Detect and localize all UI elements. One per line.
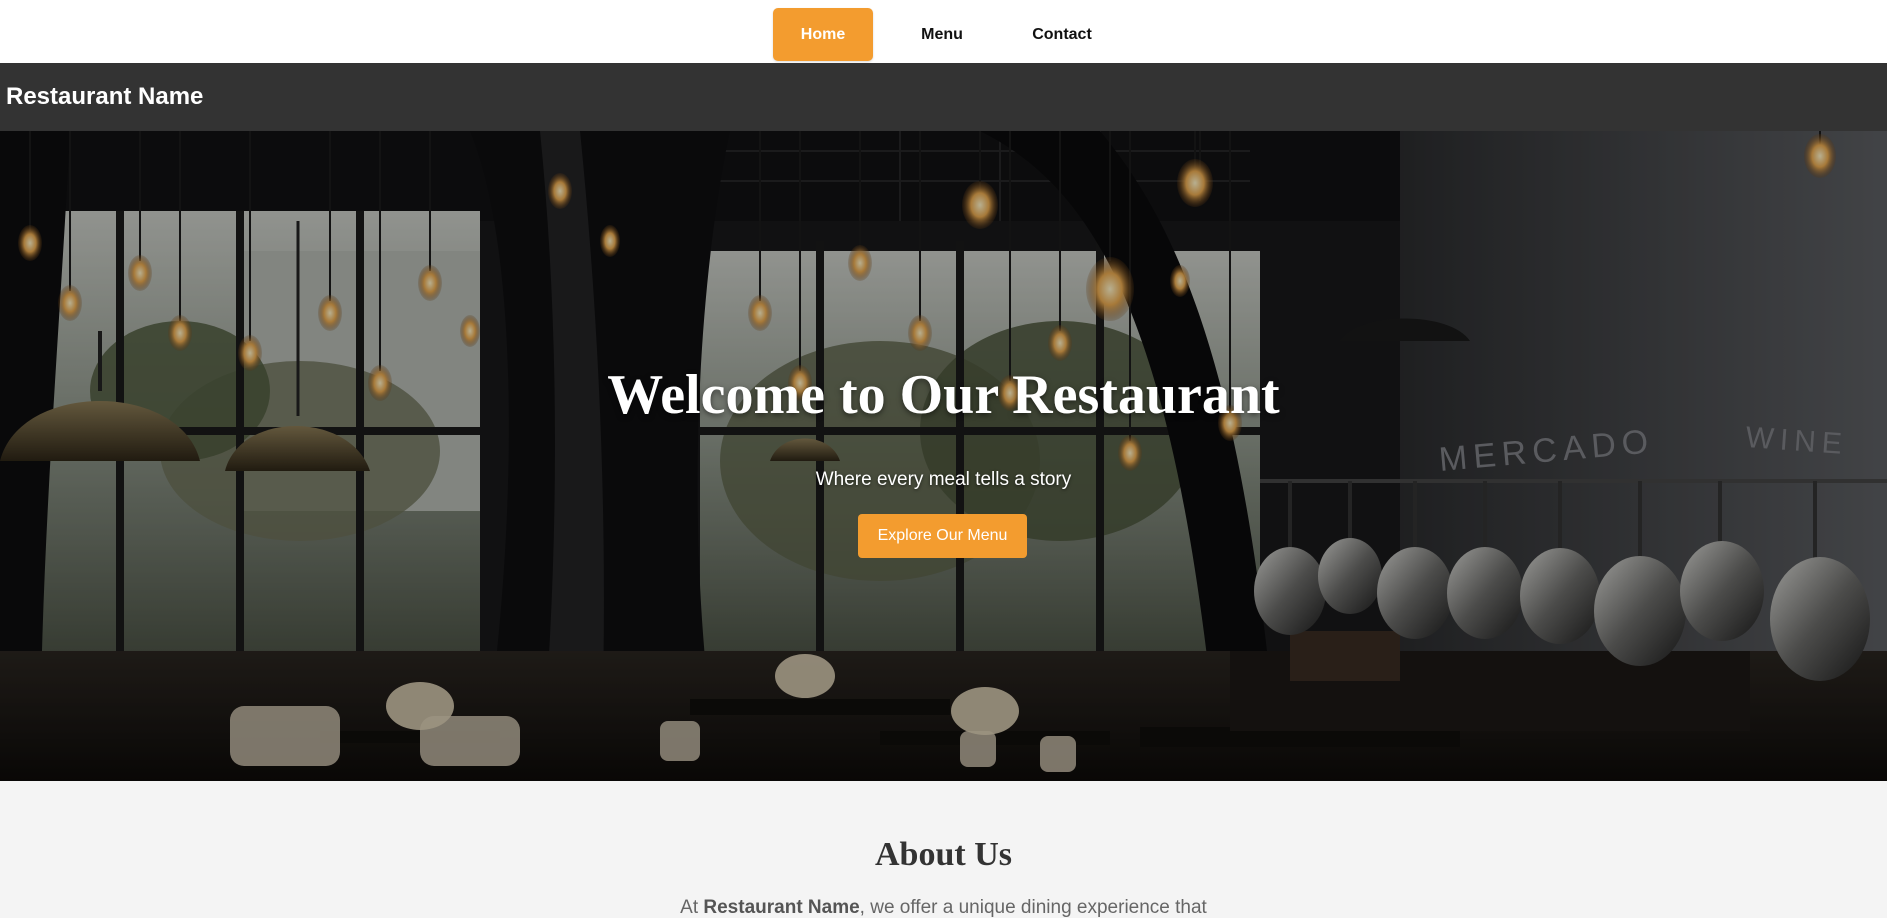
hero-section: MERCADO WINE Welcome to Our Restaurant W… xyxy=(0,131,1887,781)
explore-menu-button[interactable]: Explore Our Menu xyxy=(858,514,1027,558)
hero-title: Welcome to Our Restaurant xyxy=(607,364,1280,426)
hero-subtitle: Where every meal tells a story xyxy=(815,469,1072,490)
about-text-prefix: At xyxy=(680,897,704,918)
site-header: Restaurant Name xyxy=(0,63,1887,131)
site-title: Restaurant Name xyxy=(6,83,204,110)
nav-contact-link[interactable]: Contact xyxy=(1012,8,1112,61)
nav-home-link[interactable]: Home xyxy=(773,8,873,61)
about-text: At Restaurant Name, we offer a unique di… xyxy=(0,897,1887,919)
about-title: About Us xyxy=(875,836,1012,873)
hero-content: Welcome to Our Restaurant Where every me… xyxy=(0,131,1887,781)
about-text-suffix: , we offer a unique dining experience th… xyxy=(859,897,1207,918)
top-nav: Home Menu Contact xyxy=(0,0,1887,63)
about-text-brand: Restaurant Name xyxy=(703,897,860,918)
about-section: About Us At Restaurant Name, we offer a … xyxy=(0,781,1887,918)
nav-menu-link[interactable]: Menu xyxy=(898,8,986,61)
